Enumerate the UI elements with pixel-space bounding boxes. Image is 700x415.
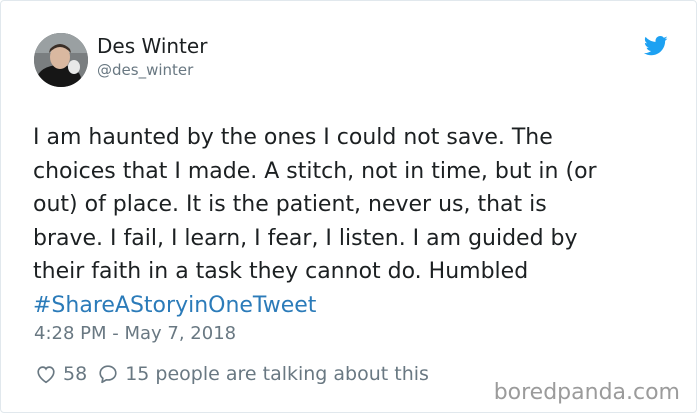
- twitter-bird-icon[interactable]: [643, 36, 668, 56]
- tweet-card: Des Winter @des_winter I am haunted by t…: [0, 0, 697, 413]
- tweet-line: I am haunted by the ones I could not sav…: [33, 125, 553, 150]
- avatar[interactable]: [34, 33, 88, 87]
- talking-count[interactable]: 15 people are talking about this: [125, 363, 429, 385]
- heart-icon[interactable]: [35, 363, 57, 385]
- avatar-photo: [34, 33, 88, 87]
- engagement-bar: 58 15 people are talking about this: [35, 361, 429, 387]
- user-handle[interactable]: @des_winter: [97, 61, 193, 79]
- reply-bubble-icon[interactable]: [97, 363, 119, 385]
- tweet-timestamp[interactable]: 4:28 PM - May 7, 2018: [34, 323, 236, 344]
- hashtag-link[interactable]: #ShareAStoryinOneTweet: [33, 289, 673, 323]
- display-name[interactable]: Des Winter: [97, 34, 207, 58]
- tweet-line: their faith in a task they cannot do. Hu…: [33, 259, 529, 284]
- tweet-text: I am haunted by the ones I could not sav…: [33, 121, 673, 322]
- tweet-line: brave. I fail, I learn, I fear, I listen…: [33, 225, 578, 251]
- like-count[interactable]: 58: [63, 363, 87, 385]
- watermark: boredpanda.com: [493, 380, 680, 405]
- tweet-line: out) of place. It is the patient, never …: [33, 192, 547, 217]
- tweet-line: choices that I made. A stitch, not in ti…: [33, 158, 597, 184]
